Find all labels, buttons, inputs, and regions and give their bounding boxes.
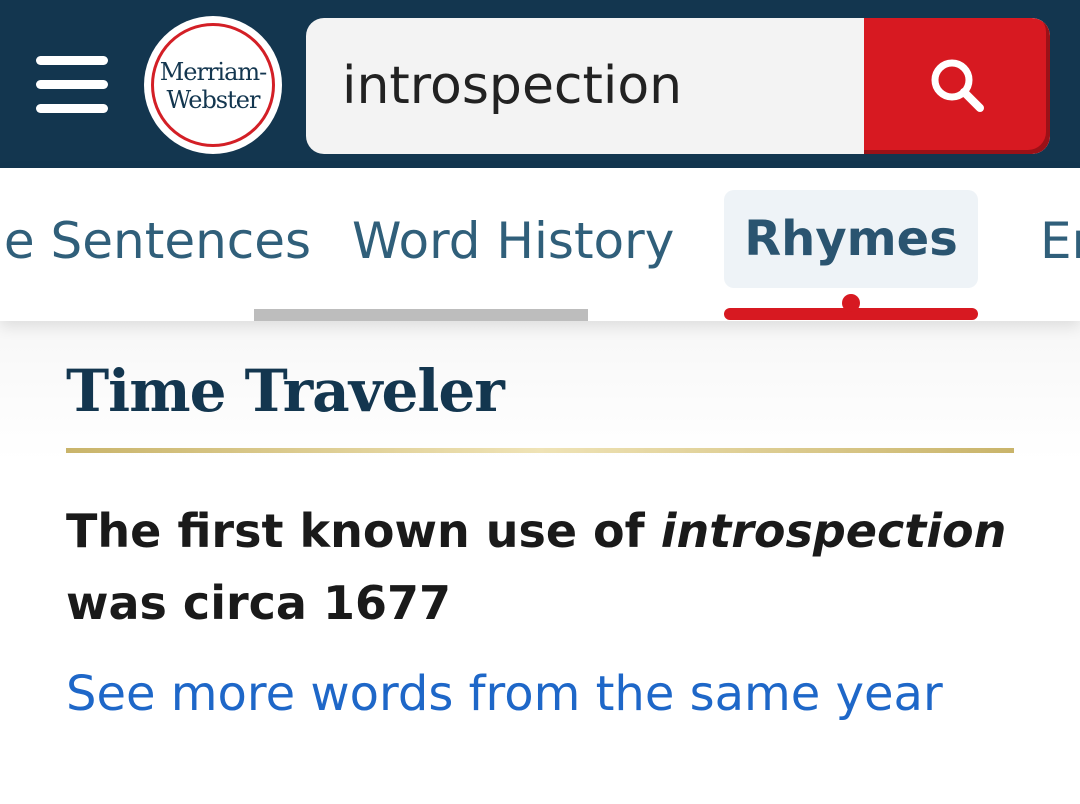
first-use-suffix: was circa 1677 [66, 576, 452, 630]
search-input[interactable] [306, 18, 864, 154]
search-button[interactable] [864, 18, 1050, 154]
logo-line-2: Webster [166, 86, 261, 114]
headword: introspection [660, 504, 1007, 558]
tab-rhymes[interactable]: Rhymes [724, 190, 978, 288]
same-year-link[interactable]: See more words from the same year [66, 666, 943, 722]
first-use-text: The first known use of introspection was… [66, 495, 1026, 639]
tab-next-partial[interactable]: Er [1040, 212, 1080, 270]
tab-word-history[interactable]: Word History [352, 212, 674, 270]
active-tab-marker [842, 294, 860, 312]
section-tabs: le Sentences Word History Rhymes Er [0, 168, 1080, 321]
merriam-webster-logo[interactable]: Merriam- Webster [144, 16, 282, 154]
tabs-scroll-indicator[interactable] [254, 309, 588, 321]
tab-example-sentences[interactable]: le Sentences [0, 212, 311, 270]
search-icon [931, 59, 984, 112]
search-bar [306, 18, 1050, 154]
section-title: Time Traveler [66, 357, 505, 425]
first-use-prefix: The first known use of [66, 504, 661, 558]
logo-line-1: Merriam- [159, 58, 268, 86]
time-traveler-section: Time Traveler The first known use of int… [0, 321, 1080, 804]
menu-icon[interactable] [36, 56, 108, 116]
site-header: Merriam- Webster [0, 0, 1080, 168]
title-divider [66, 448, 1014, 453]
